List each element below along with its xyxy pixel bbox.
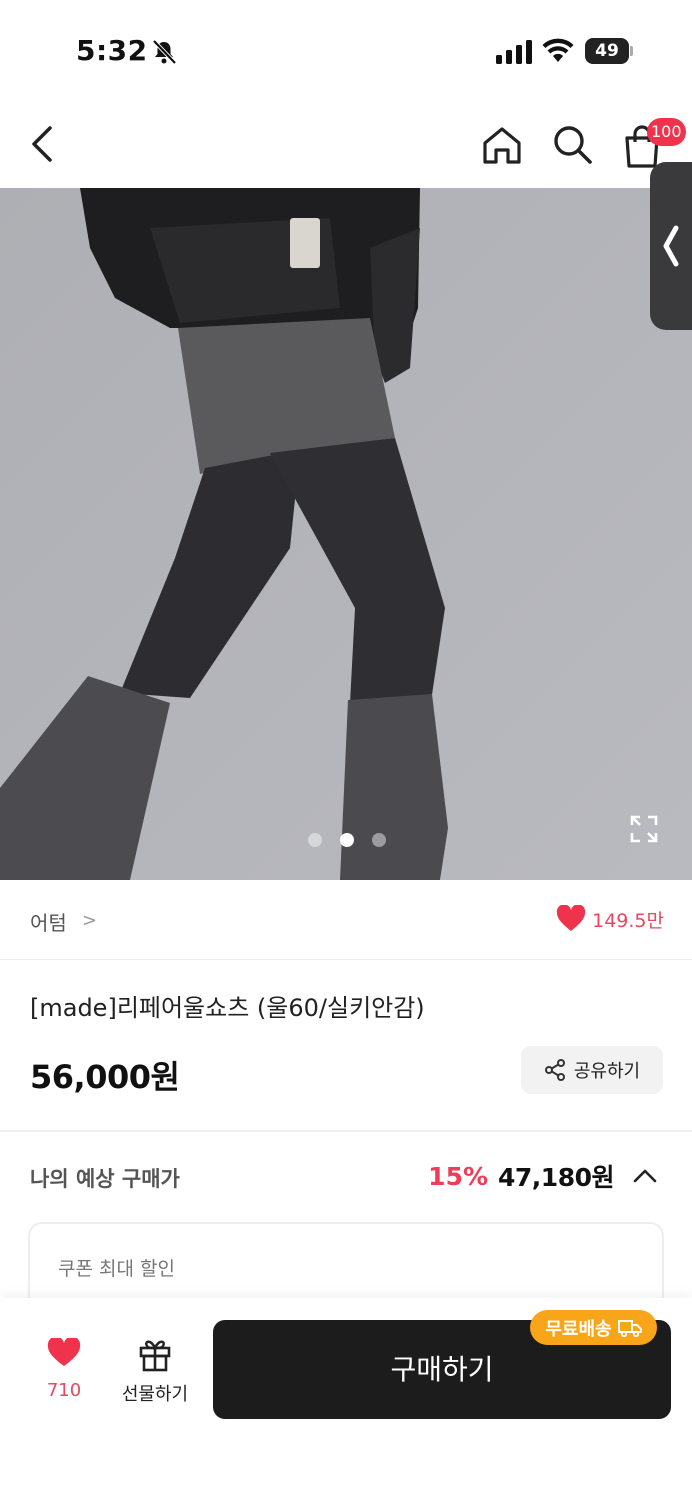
expected-price: 47,180원 xyxy=(498,1163,614,1192)
share-button[interactable]: 공유하기 xyxy=(521,1046,663,1094)
product-title: [made]리페어울쇼츠 (울60/실키안감) xyxy=(30,994,425,1022)
free-shipping-label: 무료배송 xyxy=(545,1318,612,1340)
expected-price-toggle[interactable]: 15% 47,180원 xyxy=(428,1158,658,1194)
gallery-dot-active[interactable] xyxy=(340,833,354,847)
product-image[interactable] xyxy=(0,188,692,880)
bottom-action-bar: 710 선물하기 구매하기 무료배송 xyxy=(0,1298,692,1500)
chevron-up-icon xyxy=(633,1169,657,1183)
gallery-pagination xyxy=(308,833,386,847)
brand-name[interactable]: 어텀 xyxy=(30,907,67,936)
gift-icon xyxy=(139,1340,171,1372)
status-time: 5:32 xyxy=(76,34,148,67)
brand-like-count: 149.5만 xyxy=(592,909,664,932)
gift-label: 선물하기 xyxy=(121,1384,189,1405)
wishlist-count: 710 xyxy=(46,1380,82,1401)
free-shipping-badge: 무료배송 xyxy=(530,1310,657,1345)
bell-muted-icon xyxy=(152,39,177,65)
app-header: 100 xyxy=(0,100,692,188)
brand-likes[interactable]: 149.5만 xyxy=(556,905,664,933)
heart-icon xyxy=(47,1338,81,1366)
fullscreen-expand-icon[interactable] xyxy=(628,813,660,845)
product-price: 56,000원 xyxy=(30,1058,180,1096)
cellular-signal-icon xyxy=(496,40,532,64)
wishlist-button[interactable]: 710 xyxy=(38,1338,90,1408)
coupon-label: 쿠폰 최대 할인 xyxy=(58,1258,175,1280)
product-photo xyxy=(0,188,692,880)
gallery-dot[interactable] xyxy=(372,833,386,847)
discount-rate: 15% xyxy=(428,1161,489,1191)
wifi-icon xyxy=(542,38,574,62)
battery-level: 49 xyxy=(585,38,629,64)
gift-button[interactable]: 선물하기 xyxy=(115,1336,195,1410)
truck-icon xyxy=(617,1319,642,1337)
share-icon xyxy=(544,1059,565,1081)
heart-icon xyxy=(556,905,586,931)
home-icon[interactable] xyxy=(480,124,524,168)
battery-indicator: 49 xyxy=(585,38,633,64)
section-divider xyxy=(0,1130,692,1132)
back-chevron-icon[interactable] xyxy=(24,122,64,166)
chevron-right-icon[interactable]: > xyxy=(82,910,97,931)
chevron-left-icon xyxy=(663,225,679,267)
status-bar: 5:32 49 xyxy=(0,0,692,100)
brand-row: 어텀 > 149.5만 xyxy=(0,880,692,960)
search-icon[interactable] xyxy=(550,122,594,166)
side-drawer-tab[interactable] xyxy=(650,162,692,330)
expected-price-label: 나의 예상 구매가 xyxy=(30,1167,180,1191)
gallery-dot[interactable] xyxy=(308,833,322,847)
share-label: 공유하기 xyxy=(573,1061,641,1082)
cart-count-badge: 100 xyxy=(647,118,686,146)
